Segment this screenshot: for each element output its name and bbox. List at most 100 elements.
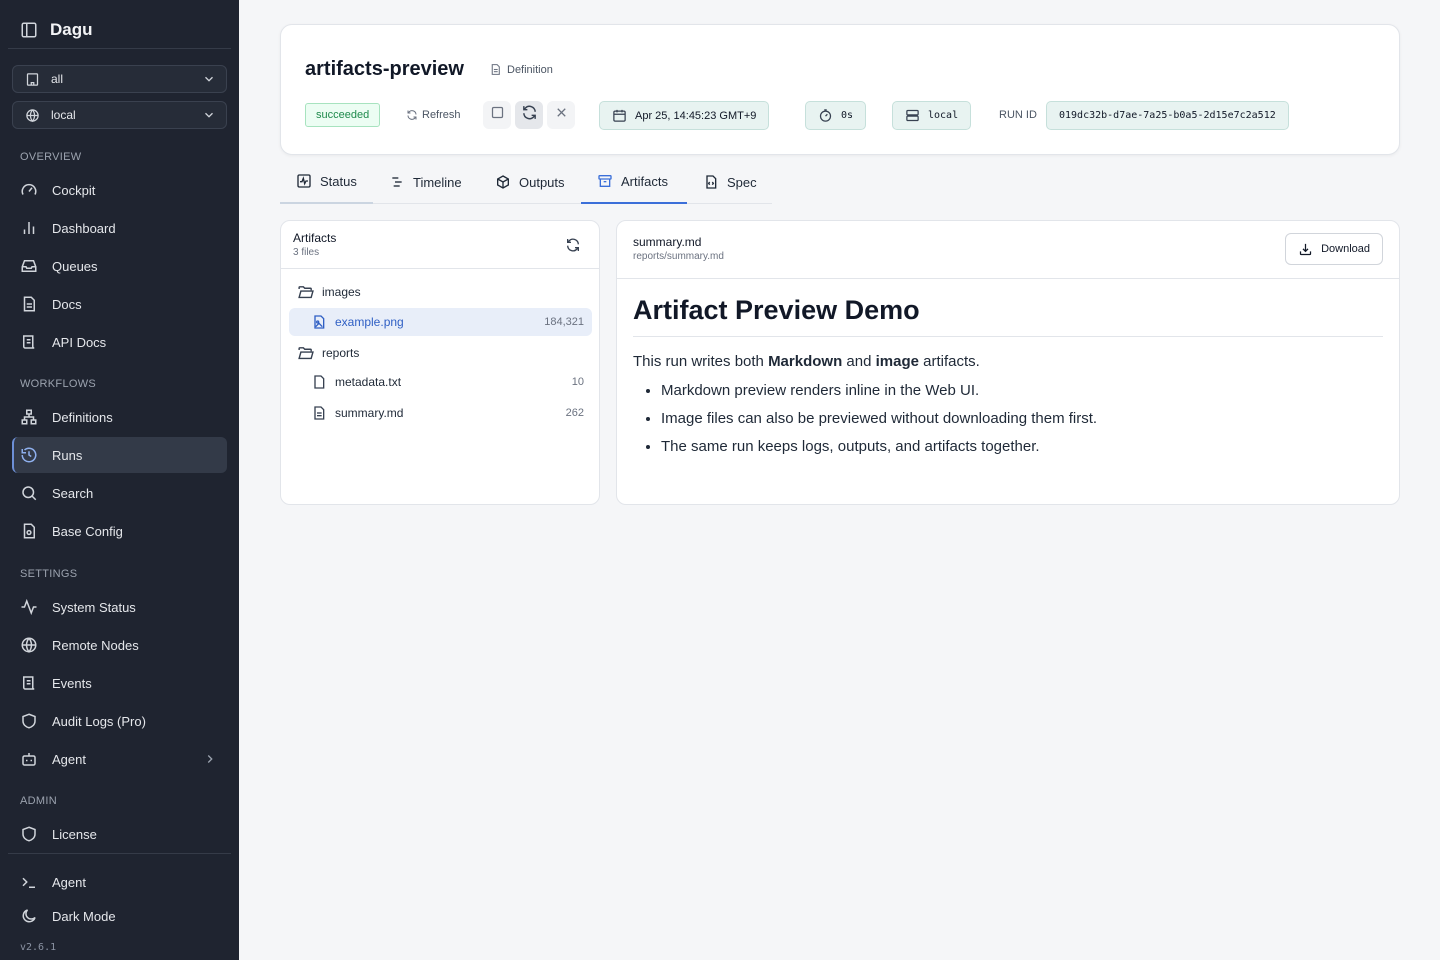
nav-item-label: Base Config — [52, 523, 123, 539]
brand-name: Dagu — [50, 20, 93, 39]
tab-timeline[interactable]: Timeline — [373, 160, 479, 204]
nav-item-dashboard[interactable]: Dashboard — [12, 210, 227, 246]
preview-file-path: reports/summary.md — [633, 251, 724, 262]
definition-link-label: Definition — [507, 63, 553, 76]
tab-spec[interactable]: Spec — [687, 160, 772, 204]
section-label-overview: OVERVIEW — [20, 151, 82, 163]
tab-label: Status — [320, 173, 357, 189]
file-image-icon — [311, 314, 327, 330]
markdown-preview: Artifact Preview Demo This run writes bo… — [617, 279, 1399, 482]
started-at-pill: Apr 25, 14:45:23 GMT+9 — [599, 101, 770, 130]
node-select[interactable]: local — [12, 101, 227, 129]
file-code-icon — [703, 174, 719, 190]
bar-chart-icon — [20, 219, 38, 237]
dark-mode-toggle[interactable]: Dark Mode — [12, 898, 227, 934]
tree-file-example-png[interactable]: example.png 184,321 — [289, 308, 592, 336]
sidebar-divider — [8, 48, 231, 49]
building-icon — [23, 70, 41, 88]
nav-item-label: License — [52, 826, 97, 842]
nav-item-api-docs[interactable]: API Docs — [12, 324, 227, 360]
text-run: This run writes both — [633, 353, 769, 370]
timer-icon — [818, 108, 833, 123]
download-button[interactable]: Download — [1285, 233, 1383, 265]
stop-button[interactable] — [483, 101, 511, 129]
nav-item-label: API Docs — [52, 334, 107, 350]
tree-item-name: reports — [322, 346, 360, 360]
tree-item-name: metadata.txt — [335, 375, 402, 389]
tree-item-size: 262 — [565, 407, 584, 419]
nav-item-label: Queues — [52, 258, 98, 274]
brand: Dagu — [20, 18, 93, 42]
tab-status[interactable]: Status — [280, 160, 373, 204]
tree-item-size: 184,321 — [544, 316, 584, 328]
refresh-icon — [406, 109, 418, 121]
retry-button[interactable] — [515, 101, 543, 129]
namespace-select[interactable]: all — [12, 65, 227, 93]
nav-item-definitions[interactable]: Definitions — [12, 399, 227, 435]
node-pill: local — [892, 101, 972, 130]
tree-file-metadata-txt[interactable]: metadata.txt 10 — [289, 368, 592, 396]
definition-link[interactable]: Definition — [489, 63, 553, 76]
gauge-icon — [20, 181, 38, 199]
section-label-workflows: WORKFLOWS — [20, 378, 97, 390]
nav-item-system-status[interactable]: System Status — [12, 589, 227, 625]
timeline-icon — [389, 174, 405, 190]
markdown-paragraph: This run writes both Markdown and image … — [633, 353, 1383, 370]
version-label: v2.6.1 — [20, 942, 57, 953]
document-icon — [20, 295, 38, 313]
list-item: Image files can also be previewed withou… — [661, 410, 1383, 427]
nav-item-queues[interactable]: Queues — [12, 248, 227, 284]
text-run: artifacts. — [918, 353, 980, 370]
sidebar-divider — [8, 853, 231, 854]
nav-item-base-config[interactable]: Base Config — [12, 513, 227, 549]
document-icon — [489, 63, 502, 76]
namespace-select-value: all — [51, 72, 64, 86]
nav-item-agent[interactable]: Agent — [12, 741, 227, 777]
duration-value: 0s — [841, 110, 854, 121]
list-item: The same run keeps logs, outputs, and ar… — [661, 438, 1383, 455]
dark-mode-label: Dark Mode — [52, 908, 116, 924]
run-id-label: RUN ID — [999, 109, 1037, 121]
terminal-icon — [20, 873, 38, 891]
refresh-icon[interactable] — [565, 237, 581, 253]
cancel-button[interactable] — [547, 101, 575, 129]
node-select-value: local — [51, 108, 76, 122]
activity-square-icon — [296, 173, 312, 189]
artifacts-file-count: 3 files — [293, 247, 320, 258]
nav-item-license[interactable]: License — [12, 816, 227, 852]
run-id-pill[interactable]: 019dc32b-d7ae-7a25-b0a5-2d15e7c2a512 — [1046, 101, 1289, 130]
nav-item-search[interactable]: Search — [12, 475, 227, 511]
sidebar-toggle-icon[interactable] — [20, 21, 38, 39]
nav-item-events[interactable]: Events — [12, 665, 227, 701]
tab-outputs[interactable]: Outputs — [479, 160, 581, 204]
tree-folder-images[interactable]: images — [289, 278, 592, 306]
bold-text: Markdown — [768, 353, 843, 370]
tab-label: Outputs — [519, 174, 565, 190]
file-icon — [311, 374, 327, 390]
nav-item-remote-nodes[interactable]: Remote Nodes — [12, 627, 227, 663]
nav-item-docs[interactable]: Docs — [12, 286, 227, 322]
moon-icon — [20, 907, 38, 925]
run-header-card: artifacts-preview Definition succeeded R… — [280, 24, 1400, 155]
tree-item-name: example.png — [335, 315, 404, 329]
nav-item-label: Agent — [52, 751, 86, 767]
nav-item-cockpit[interactable]: Cockpit — [12, 172, 227, 208]
node-value: local — [928, 110, 959, 121]
server-icon — [905, 108, 920, 123]
tree-folder-reports[interactable]: reports — [289, 339, 592, 367]
nav-item-audit-logs[interactable]: Audit Logs (Pro) — [12, 703, 227, 739]
text-run: and — [842, 353, 876, 370]
download-label: Download — [1321, 243, 1370, 255]
run-id-value: 019dc32b-d7ae-7a25-b0a5-2d15e7c2a512 — [1059, 110, 1276, 121]
chevron-down-icon — [202, 72, 216, 86]
history-icon — [20, 446, 38, 464]
refresh-button[interactable]: Refresh — [406, 103, 461, 127]
agent-terminal-label: Agent — [52, 874, 86, 890]
tab-artifacts[interactable]: Artifacts — [581, 160, 687, 204]
refresh-label: Refresh — [422, 109, 461, 121]
tree-file-summary-md[interactable]: summary.md 262 — [289, 399, 592, 427]
globe-icon — [20, 636, 38, 654]
folder-open-icon — [297, 284, 314, 301]
nav-item-runs[interactable]: Runs — [12, 437, 227, 473]
agent-terminal-button[interactable]: Agent — [12, 864, 227, 900]
